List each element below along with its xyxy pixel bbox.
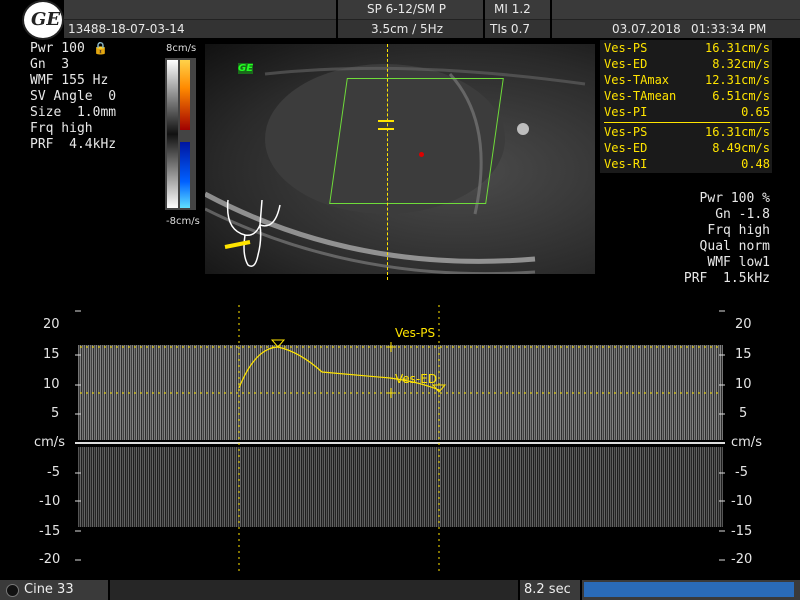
mi-index: MI 1.2	[494, 2, 531, 16]
tick-label: cm/s	[731, 435, 762, 450]
meas-label: Ves-TAmax	[604, 73, 670, 87]
tick-label: 5	[51, 406, 60, 421]
spectral-overlay	[75, 305, 725, 575]
date: 03.07.2018	[612, 22, 681, 36]
tick-label: -20	[39, 552, 61, 567]
tick-label: 10	[735, 377, 752, 392]
rparam-frequency: Frq high	[707, 223, 770, 238]
meas-row: Ves-RI 0.48	[604, 157, 770, 171]
tick-label: -15	[731, 524, 753, 539]
sample-gate[interactable]	[378, 120, 394, 130]
time: 01:33:34 PM	[691, 22, 767, 36]
rparam-prf: PRF 1.5kHz	[683, 271, 770, 286]
colorbar-bottom-label: -8cm/s	[166, 216, 200, 227]
param-power: Pwr 100	[30, 41, 85, 56]
rparam-power: Pwr 100 %	[699, 191, 770, 206]
colorbar-positive	[180, 60, 190, 130]
cursor-line	[387, 44, 388, 280]
param-gain: Gn 3	[30, 57, 70, 72]
meas-value: 6.51cm/s	[712, 89, 770, 103]
tick-label: -20	[731, 552, 753, 567]
param-frequency: Frq high	[30, 121, 93, 136]
body-mark-icon	[224, 199, 281, 267]
param-size: Size 1.0mm	[30, 105, 117, 120]
cine-label: Cine 33	[24, 582, 74, 597]
tick-label: -10	[731, 494, 753, 509]
tick-label: -10	[39, 494, 61, 509]
param-sv-angle: SV Angle 0	[30, 89, 117, 104]
meas-value: 16.31cm/s	[704, 41, 770, 55]
rparam-quality: Qual norm	[699, 239, 770, 254]
tick-label: 5	[739, 406, 748, 421]
header-bar-left	[64, 0, 336, 20]
tick-label: -5	[735, 465, 748, 480]
meas-value: 12.31cm/s	[704, 73, 770, 87]
footer-timeline[interactable]	[110, 580, 518, 600]
ves-ed-label: Ves-ED	[395, 372, 438, 386]
rparam-wmf: WMF low1	[707, 255, 770, 270]
image-tag: GE	[238, 63, 254, 74]
tick-label: -15	[39, 524, 61, 539]
meas-separator	[604, 122, 770, 123]
meas-label: Ves-ED	[604, 57, 648, 71]
depth-frequency: 3.5cm / 5Hz	[371, 22, 443, 36]
tick-label: 20	[43, 317, 60, 332]
meas-value: 8.32cm/s	[712, 57, 770, 71]
tick-label: 10	[43, 377, 60, 392]
tis-index: TIs 0.7	[490, 22, 531, 36]
meas-value: 0.48	[741, 157, 770, 171]
param-prf: PRF 4.4kHz	[30, 137, 117, 152]
meas-label: Ves-PI	[604, 105, 648, 119]
meas-row: Ves-TAmax 12.31cm/s	[604, 73, 770, 87]
meas-value: 16.31cm/s	[704, 125, 770, 139]
lock-icon: 🔒	[93, 41, 108, 55]
color-flow-dot	[419, 152, 424, 157]
patient-id: 13488-18-07-03-14	[68, 22, 185, 36]
ves-ps-label: Ves-PS	[395, 326, 436, 340]
meas-label: Ves-PS	[604, 41, 648, 55]
tick-label: 15	[43, 347, 60, 362]
meas-label: Ves-RI	[604, 157, 648, 171]
meas-row: Ves-ED 8.49cm/s	[604, 141, 770, 155]
meas-row: Ves-TAmean 6.51cm/s	[604, 89, 770, 103]
meas-label: Ves-ED	[604, 141, 648, 155]
tick-label: 15	[735, 347, 752, 362]
cine-icon[interactable]	[6, 584, 19, 597]
meas-row: Ves-PS 16.31cm/s	[604, 125, 770, 139]
colorbar-top-label: 8cm/s	[166, 43, 197, 54]
header-bar-right	[552, 0, 800, 20]
colorbar-negative	[180, 142, 190, 208]
ge-logo: GE	[22, 0, 64, 40]
meas-label: Ves-PS	[604, 125, 648, 139]
param-wmf: WMF 155 Hz	[30, 73, 109, 88]
tick-label: -5	[47, 465, 60, 480]
rparam-gain: Gn -1.8	[715, 207, 770, 222]
colorbar-gray	[167, 60, 178, 208]
meas-label: Ves-TAmean	[604, 89, 677, 103]
probe-name: SP 6-12/SM P	[367, 2, 446, 16]
meas-row: Ves-ED 8.32cm/s	[604, 57, 770, 71]
meas-row: Ves-PI 0.65	[604, 105, 770, 119]
meas-value: 0.65	[741, 105, 770, 119]
meas-value: 8.49cm/s	[712, 141, 770, 155]
tick-label: cm/s	[34, 435, 65, 450]
color-roi-box[interactable]	[329, 78, 504, 204]
tick-label: 20	[735, 317, 752, 332]
meas-row: Ves-PS 16.31cm/s	[604, 41, 770, 55]
duration-label: 8.2 sec	[524, 582, 571, 597]
cine-progress-bar[interactable]	[584, 582, 794, 597]
